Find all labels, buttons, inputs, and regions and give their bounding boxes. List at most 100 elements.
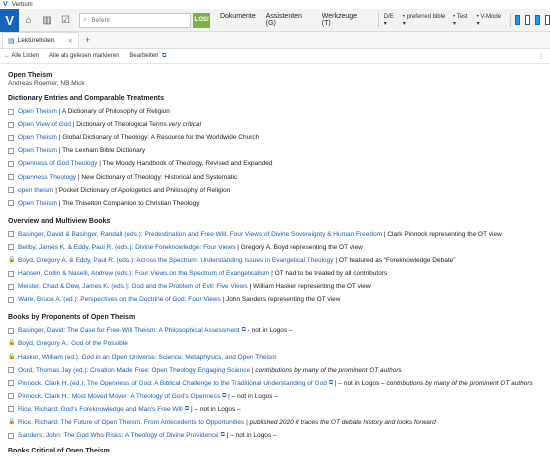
read-checkbox[interactable] xyxy=(8,244,14,251)
section-heading: Overview and Multiview Books xyxy=(8,217,111,225)
layout-panel-icon[interactable] xyxy=(535,15,541,25)
item-description: | A Dictionary of Philosophy of Religion xyxy=(56,108,170,116)
read-checkbox[interactable] xyxy=(8,367,14,374)
language-dropdown[interactable]: D/E ▾ xyxy=(384,14,398,27)
read-checkbox[interactable] xyxy=(8,406,14,413)
app-logo-icon: V xyxy=(3,1,8,8)
read-checkbox[interactable] xyxy=(8,393,14,400)
read-checkbox[interactable] xyxy=(8,327,14,334)
tab-label: Lektürelisten xyxy=(17,37,55,44)
read-checkbox[interactable] xyxy=(8,283,14,290)
list-item: 🔒 Boyd, Gregory A.: God of the Possible xyxy=(8,337,542,350)
resource-link[interactable]: Basinger, David & Basinger, Randall (eds… xyxy=(18,231,382,238)
item-note: published 2020 it traces the OT debate h… xyxy=(249,419,436,427)
resource-link[interactable]: Sanders, John: The God Who Risks: A Theo… xyxy=(18,432,219,439)
resource-link[interactable]: Rice, Richard: God’s Foreknowledge and M… xyxy=(18,406,183,413)
item-description: | – not in Logos – xyxy=(333,379,387,387)
resource-link[interactable]: Meister, Chad & Dew, James K. (eds.): Go… xyxy=(18,283,248,290)
resource-link[interactable]: Pinnock, Clark H.: Most Moved Mover: A T… xyxy=(18,393,220,400)
command-input[interactable] xyxy=(91,16,190,24)
menu-documents[interactable]: Dokumente xyxy=(220,13,256,27)
separator xyxy=(377,13,379,27)
read-checkbox[interactable] xyxy=(8,200,14,207)
item-note: contributions by many of the prominent O… xyxy=(255,366,402,374)
resource-link[interactable]: Basinger, David: The Case for Free-Will … xyxy=(18,327,240,334)
resource-link[interactable]: Pinnock, Clark H. (ed.): The Openness of… xyxy=(18,380,327,387)
list-item: Open Theism | A Dictionary of Philosophy… xyxy=(8,105,542,118)
list-item: Pinnock, Clark H. (ed.): The Openness of… xyxy=(8,377,542,390)
menu-guides[interactable]: Assistenten (G) xyxy=(266,13,312,27)
checklist-icon[interactable]: ☑ xyxy=(56,9,74,32)
resource-link[interactable]: Open Theism xyxy=(18,134,57,141)
resource-link[interactable]: Hasker, William (ed.): God in an Open Un… xyxy=(18,354,277,361)
bible-dropdown[interactable]: • preferred bible ▾ xyxy=(403,14,448,27)
item-description: | Dictionary of Theological Terms xyxy=(71,121,169,129)
command-box[interactable]: ⌕ xyxy=(78,12,192,28)
resource-link[interactable]: Boyd, Gregory A.: God of the Possible xyxy=(18,340,128,347)
new-tab-icon[interactable]: + xyxy=(85,35,90,45)
test-dropdown[interactable]: • Test ▾ xyxy=(453,14,472,27)
resource-link[interactable]: Ware, Bruce A. (ed.): Perspectives on th… xyxy=(18,296,221,303)
toolbar-right: D/E ▾ • preferred bible ▾ • Test ▾ • V-M… xyxy=(377,13,550,27)
home-icon[interactable]: ⌂ xyxy=(19,9,37,32)
read-checkbox[interactable] xyxy=(8,108,14,115)
read-checkbox[interactable] xyxy=(8,147,14,154)
edit-button[interactable]: Bearbeiten ⧉ xyxy=(129,53,166,60)
resource-link[interactable]: Openness Theology xyxy=(18,174,76,181)
resource-link[interactable]: Open Theism xyxy=(18,147,57,154)
back-to-lists-button[interactable]: ← Alle Listen xyxy=(4,53,39,59)
read-checkbox[interactable] xyxy=(8,270,14,277)
list-item: Rice, Richard: God’s Foreknowledge and M… xyxy=(8,403,542,416)
item-description: | – not in Logos – xyxy=(226,392,278,400)
list-item: Sanders, John: The God Who Risks: A Theo… xyxy=(8,429,542,442)
item-description: | New Dictionary of Theology: Historical… xyxy=(76,173,238,181)
list-item: Open Theism | The Thiselton Companion to… xyxy=(8,197,542,210)
resource-link[interactable]: Openness of God Theology xyxy=(18,160,97,167)
resource-link[interactable]: Oord, Thomas Jay (ed.): Creation Made Fr… xyxy=(18,367,250,374)
read-checkbox[interactable] xyxy=(8,187,14,194)
item-description: | Pocket Dictionary of Apologetics and P… xyxy=(53,186,231,194)
go-button[interactable]: LOS! xyxy=(193,12,210,28)
item-note: contributions by many of the prominent O… xyxy=(386,379,533,387)
read-checkbox[interactable] xyxy=(8,160,14,167)
read-checkbox[interactable] xyxy=(8,432,14,439)
section-heading: Dictionary Entries and Comparable Treatm… xyxy=(8,95,164,102)
menu-tools[interactable]: Werkzeuge (T) xyxy=(322,13,366,27)
tab-strip: ▤ Lektürelisten ✕ + xyxy=(0,32,550,49)
resource-link[interactable]: open theism xyxy=(18,187,53,194)
verbum-home-logo-icon[interactable]: V xyxy=(0,8,20,32)
resource-link[interactable]: Boyd, Gregory A. & Eddy, Paul R. (eds.):… xyxy=(18,257,334,264)
resource-link[interactable]: Rice, Richard: The Future of Open Theism… xyxy=(18,419,244,426)
read-checkbox[interactable] xyxy=(8,121,14,128)
item-description: | OT had to be treated by all contributo… xyxy=(269,270,388,278)
read-checkbox[interactable] xyxy=(8,380,14,387)
item-note: very critical xyxy=(168,121,202,129)
resource-link[interactable]: Hansen, Collin & Naselli, Andrew (eds.):… xyxy=(18,270,269,277)
item-description: | OT featured as “Foreknowledge Debate” xyxy=(333,256,456,264)
list-toolbar: ← Alle Listen Alle als gelesen markieren… xyxy=(0,49,550,64)
section-heading: Books Critical of Open Theism xyxy=(8,448,110,453)
layout-full-icon[interactable] xyxy=(545,15,550,25)
resource-link[interactable]: Beilby, James K. & Eddy, Paul R. (eds.):… xyxy=(18,244,235,251)
layout-double-icon[interactable] xyxy=(525,15,531,25)
more-options-icon[interactable]: ⋮ xyxy=(538,53,544,60)
tab-reading-lists[interactable]: ▤ Lektürelisten ✕ xyxy=(2,32,79,48)
resource-link[interactable]: Open Theism xyxy=(18,108,57,115)
item-description: - not in Logos – xyxy=(245,327,293,335)
read-checkbox[interactable] xyxy=(8,134,14,141)
layout-single-icon[interactable] xyxy=(515,15,521,25)
list-item: 🔒 Rice, Richard: The Future of Open Theis… xyxy=(8,416,542,429)
close-icon[interactable]: ✕ xyxy=(67,37,72,45)
read-checkbox[interactable] xyxy=(8,231,14,238)
list-item: Ware, Bruce A. (ed.): Perspectives on th… xyxy=(8,293,542,306)
read-checkbox[interactable] xyxy=(8,296,14,303)
list-item: open theism | Pocket Dictionary of Apolo… xyxy=(8,184,542,197)
library-icon[interactable]: ▥ xyxy=(38,9,56,32)
item-description: | The Moody Handbook of Theology, Revise… xyxy=(97,160,273,168)
list-item: Oord, Thomas Jay (ed.): Creation Made Fr… xyxy=(8,364,542,377)
mark-all-read-button[interactable]: Alle als gelesen markieren xyxy=(49,53,119,59)
resource-link[interactable]: Open Theism xyxy=(18,200,57,207)
resource-link[interactable]: Open View of God xyxy=(18,121,71,128)
vmode-dropdown[interactable]: • V-Mode ▾ xyxy=(477,14,505,27)
read-checkbox[interactable] xyxy=(8,174,14,181)
